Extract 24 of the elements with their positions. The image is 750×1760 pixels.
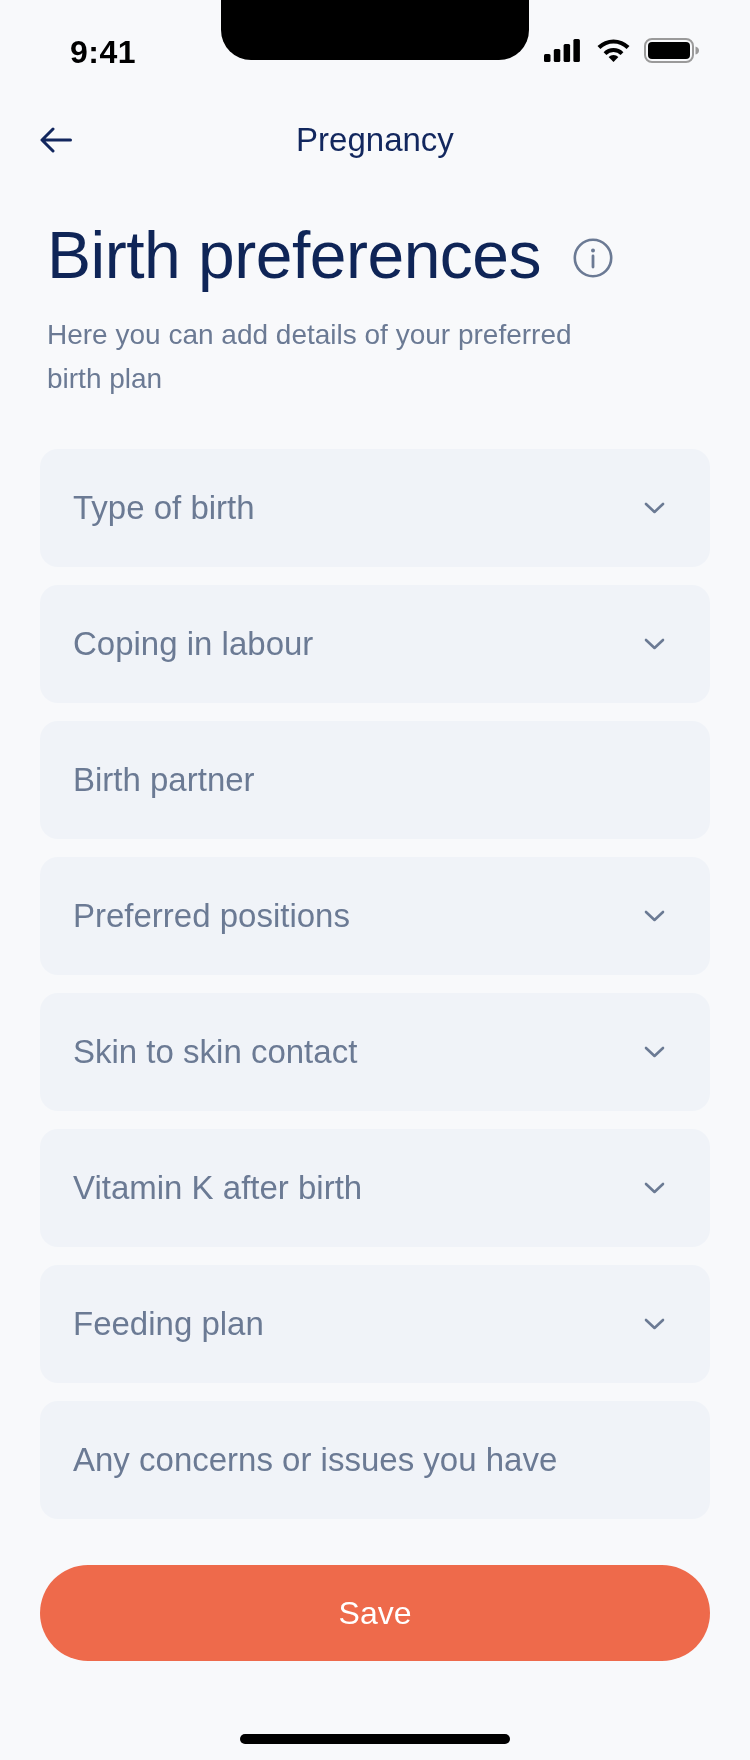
back-arrow-icon[interactable]: [40, 127, 72, 153]
chevron-down-icon: [644, 502, 665, 514]
wifi-icon: [597, 39, 630, 62]
chevron-down-icon: [644, 1182, 665, 1194]
dropdown-field[interactable]: Feeding plan: [40, 1265, 710, 1383]
dropdown-field[interactable]: Coping in labour: [40, 585, 710, 703]
chevron-down-icon: [644, 910, 665, 922]
dropdown-field[interactable]: Vitamin K after birth: [40, 1129, 710, 1247]
save-button[interactable]: Save: [40, 1565, 710, 1661]
page-title: Birth preferences: [47, 217, 542, 293]
dropdown-field[interactable]: Preferred positions: [40, 857, 710, 975]
header-title: Pregnancy: [296, 120, 454, 160]
dropdown-field[interactable]: Skin to skin contact: [40, 993, 710, 1111]
page-subtitle: Here you can add details of your preferred birth plan: [47, 318, 573, 396]
signal-icon: [544, 39, 580, 62]
battery-icon: [644, 38, 699, 63]
chevron-down-icon: [644, 1046, 665, 1058]
info-icon[interactable]: [573, 238, 614, 278]
status-time: 9:41: [70, 34, 137, 70]
input-field[interactable]: Birth partner: [40, 721, 710, 839]
input-field[interactable]: Any concerns or issues you have: [40, 1401, 710, 1519]
chevron-down-icon: [644, 1318, 665, 1330]
chevron-down-icon: [644, 638, 665, 650]
dropdown-field[interactable]: Type of birth: [40, 449, 710, 567]
